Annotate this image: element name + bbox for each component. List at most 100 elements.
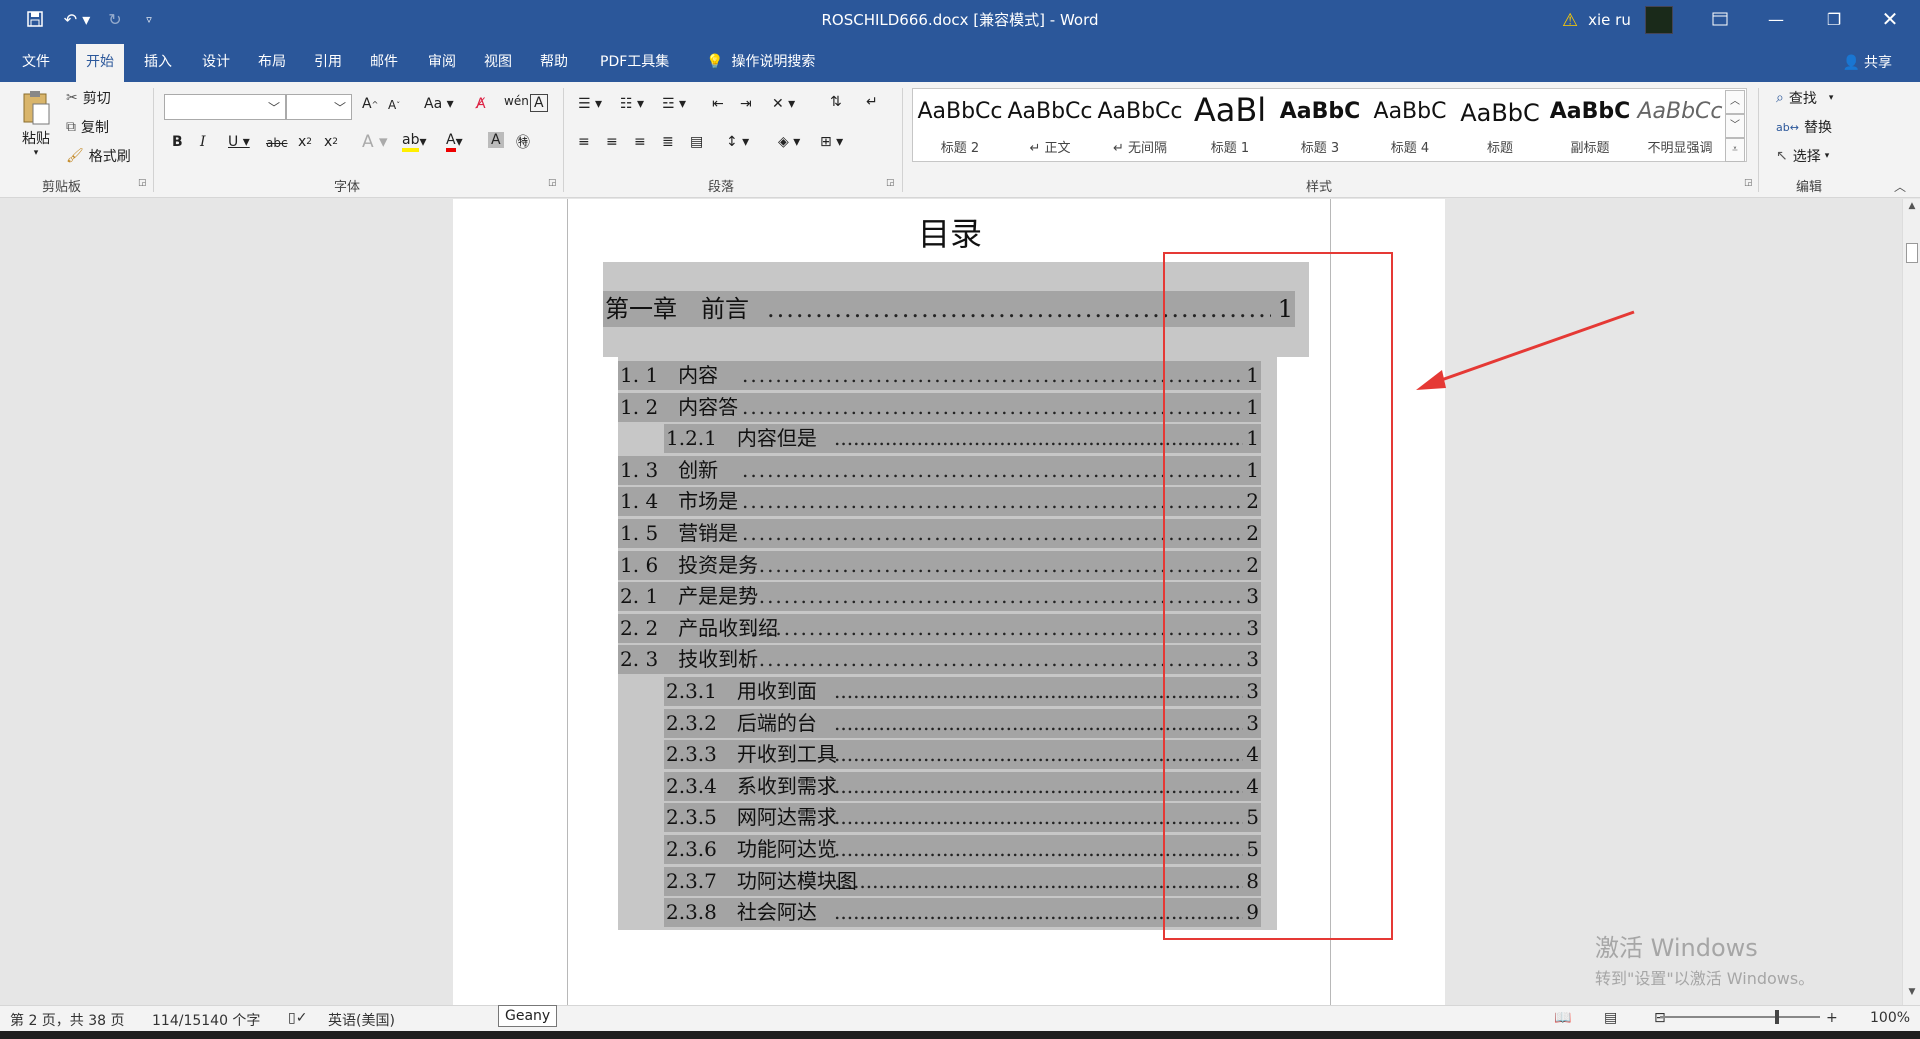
clear-formatting-icon[interactable]: A̸ (476, 96, 486, 112)
paste-button[interactable]: 粘贴 ▾ (18, 90, 54, 158)
replace-button[interactable]: ab↔ 替换 (1776, 117, 1832, 137)
grow-font-icon[interactable]: A ^ (362, 96, 378, 112)
vertical-scrollbar[interactable]: ▲ ▼ (1902, 199, 1920, 1005)
more-styles-icon[interactable]: ⩡ (1725, 138, 1745, 162)
scroll-thumb[interactable] (1906, 243, 1918, 263)
copy-button[interactable]: ⧉ 复制 (66, 117, 109, 137)
web-layout-icon[interactable]: ⊟ (1654, 1010, 1666, 1026)
tell-me-search[interactable]: 💡 操作说明搜索 (696, 44, 825, 82)
chevron-up-icon[interactable]: ︿ (1725, 90, 1745, 114)
cut-button[interactable]: ✂ 剪切 (66, 88, 111, 108)
style-normal[interactable]: AaBbCc ↵ 正文 (1005, 89, 1095, 161)
bullets-icon[interactable]: ☰ ▾ (578, 96, 602, 112)
scroll-up-icon[interactable]: ▲ (1903, 201, 1920, 217)
zoom-in-icon[interactable]: + (1826, 1010, 1838, 1026)
numbering-icon[interactable]: ☷ ▾ (620, 96, 644, 112)
superscript-icon[interactable]: x2 (324, 134, 338, 150)
phonetic-guide-icon[interactable]: wén (504, 94, 529, 108)
dialog-launcher-icon[interactable]: ◲ (1744, 178, 1753, 188)
highlight-icon[interactable]: ab ▾ (402, 132, 427, 152)
sort-icon[interactable]: ⇅ (830, 94, 842, 110)
shrink-font-icon[interactable]: Aˇ (388, 98, 400, 112)
style-no-spacing[interactable]: AaBbCc ↵ 无间隔 (1095, 89, 1185, 161)
zoom-slider-thumb[interactable] (1775, 1010, 1779, 1024)
toc-entry-title: 2.3.6 功能阿达览 (666, 837, 837, 861)
read-mode-icon[interactable]: 📖 (1554, 1010, 1571, 1026)
show-marks-icon[interactable]: ↵ (866, 94, 878, 110)
tab-file[interactable]: 文件 (12, 44, 60, 82)
enclose-characters-icon[interactable]: ㊕ (516, 132, 530, 152)
strikethrough-icon[interactable]: abc (266, 136, 288, 150)
dialog-launcher-icon[interactable]: ◲ (548, 178, 557, 188)
tab-design[interactable]: 设计 (192, 44, 240, 82)
style-label: 标题 1 (1210, 141, 1250, 156)
line-spacing-icon[interactable]: ↕ ▾ (726, 134, 749, 150)
tab-review[interactable]: 审阅 (418, 44, 466, 82)
share-button[interactable]: 👤 共享 (1843, 52, 1892, 72)
underline-icon[interactable]: U ▾ (228, 134, 250, 150)
style-heading-4[interactable]: AaBbC 标题 4 (1365, 89, 1455, 161)
select-button[interactable]: ↖ 选择 ▾ (1776, 146, 1829, 166)
style-title[interactable]: AaBbC 标题 (1455, 89, 1545, 161)
distributed-icon[interactable]: ▤ (690, 134, 703, 150)
align-right-icon[interactable]: ≡ (634, 134, 646, 150)
collapse-ribbon-icon[interactable]: ︿ (1894, 178, 1906, 195)
style-heading-2[interactable]: AaBbCc 标题 2 (915, 89, 1005, 161)
tab-home[interactable]: 开始 (76, 44, 124, 82)
tab-help[interactable]: 帮助 (530, 44, 578, 82)
multilevel-list-icon[interactable]: ☲ ▾ (662, 96, 686, 112)
dialog-launcher-icon[interactable]: ◲ (138, 178, 147, 188)
close-icon[interactable]: ✕ (1866, 0, 1914, 38)
tab-references[interactable]: 引用 (304, 44, 352, 82)
align-center-icon[interactable]: ≡ (606, 134, 618, 150)
avatar[interactable] (1644, 6, 1673, 34)
subscript-icon[interactable]: x2 (298, 134, 312, 150)
align-left-icon[interactable]: ≡ (578, 134, 590, 150)
styles-scroll: ︿ ﹀ ⩡ (1725, 90, 1745, 162)
tooltip: Geany (498, 1005, 558, 1027)
increase-indent-icon[interactable]: ⇥ (740, 96, 752, 112)
proofing-icon[interactable]: ▯✓ (288, 1010, 307, 1026)
page-count[interactable]: 第 2 页，共 38 页 (10, 1010, 125, 1030)
font-name-combo[interactable]: ﹀ (164, 94, 286, 120)
zoom-slider[interactable] (1660, 1016, 1820, 1018)
ribbon-display-options-icon[interactable] (1696, 0, 1744, 38)
tab-layout[interactable]: 布局 (248, 44, 296, 82)
language-indicator[interactable]: 英语(美国) (328, 1010, 395, 1030)
find-button[interactable]: ⌕ 查找 ▾ (1776, 88, 1833, 108)
bold-icon[interactable]: B (172, 134, 183, 150)
dialog-launcher-icon[interactable]: ◲ (886, 178, 895, 188)
chinese-layout-icon[interactable]: ✕ ▾ (772, 96, 795, 112)
decrease-indent-icon[interactable]: ⇤ (712, 96, 724, 112)
tab-mailings[interactable]: 邮件 (360, 44, 408, 82)
cut-label: 剪切 (82, 91, 111, 107)
minimize-icon[interactable]: — (1752, 0, 1800, 38)
word-count[interactable]: 114/15140 个字 (152, 1010, 260, 1030)
style-heading-3[interactable]: AaBbC 标题 3 (1275, 89, 1365, 161)
tab-insert[interactable]: 插入 (134, 44, 182, 82)
warning-icon[interactable]: ⚠ (1562, 10, 1578, 31)
change-case-icon[interactable]: Aa ▾ (424, 96, 454, 112)
italic-icon[interactable]: I (200, 134, 206, 150)
print-layout-icon[interactable]: ▤ (1604, 1010, 1617, 1026)
scroll-down-icon[interactable]: ▼ (1903, 987, 1920, 1003)
style-heading-1[interactable]: AaBl 标题 1 (1185, 89, 1275, 161)
tab-view[interactable]: 视图 (474, 44, 522, 82)
font-color-icon[interactable]: A ▾ (446, 132, 463, 152)
toc-entry-title: 2.3.3 开收到工具 (666, 742, 837, 766)
shading-icon[interactable]: ◈ ▾ (778, 134, 800, 150)
zoom-level[interactable]: 100% (1870, 1010, 1910, 1026)
restore-icon[interactable]: ❐ (1810, 0, 1858, 38)
tab-pdf-tools[interactable]: PDF工具集 (590, 44, 679, 82)
format-painter-button[interactable]: 🖌 格式刷 (66, 146, 131, 166)
borders-icon[interactable]: ⊞ ▾ (820, 134, 843, 150)
character-shading-icon[interactable]: A (488, 132, 504, 148)
style-subtitle[interactable]: AaBbC 副标题 (1545, 89, 1635, 161)
justify-icon[interactable]: ≣ (662, 134, 674, 150)
user-name[interactable]: xie ru (1588, 11, 1631, 29)
text-effects-icon[interactable]: A ▾ (362, 132, 388, 152)
style-subtle-emphasis[interactable]: AaBbCc 不明显强调 (1635, 89, 1725, 161)
font-size-combo[interactable]: ﹀ (286, 94, 352, 120)
character-border-icon[interactable]: A (530, 94, 548, 112)
chevron-down-icon[interactable]: ﹀ (1725, 114, 1745, 138)
